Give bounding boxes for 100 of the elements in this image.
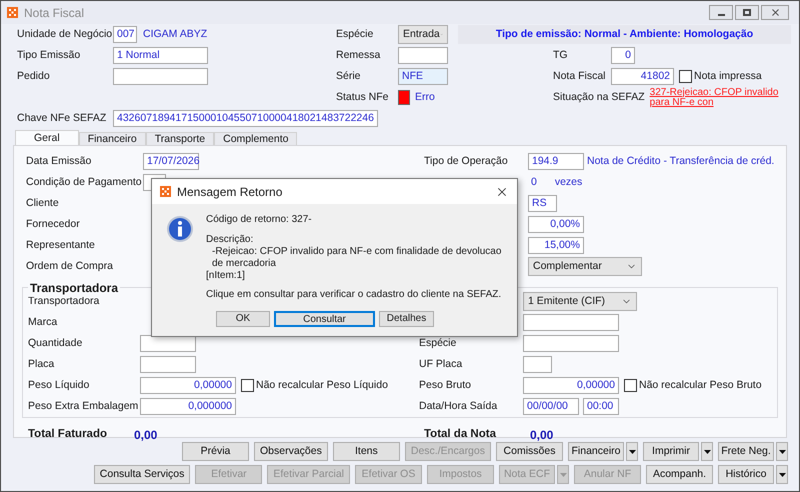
- field-label: Situação na SEFAZ: [553, 90, 645, 105]
- action-button[interactable]: Acompanh.: [646, 465, 713, 484]
- field-label: Quantidade: [28, 336, 82, 349]
- text-field[interactable]: [523, 314, 619, 331]
- field-label: Total da Nota: [424, 428, 496, 440]
- field-label: Data Emissão: [26, 154, 92, 167]
- field-label: Chave NFe SEFAZ: [17, 112, 106, 124]
- business-unit-name: CIGAM ABYZ: [143, 26, 208, 42]
- caret-icon: [778, 450, 786, 454]
- dropdown-button[interactable]: [776, 465, 788, 484]
- field-label: Representante: [26, 238, 95, 251]
- hint-text: Clique em consultar para verificar o cadastro do cliente na SEFAZ.: [206, 289, 502, 301]
- checkbox-label: Nota impressa: [694, 68, 762, 84]
- dropdown[interactable]: Complementar: [528, 257, 642, 276]
- text-field[interactable]: 0,00000: [523, 377, 619, 394]
- action-button[interactable]: Consulta Serviços: [94, 465, 190, 484]
- field-label: Marca: [28, 316, 58, 328]
- dropdown[interactable]: 1 Emitente (CIF): [523, 292, 637, 311]
- checkbox[interactable]: [679, 70, 692, 83]
- date-field[interactable]: 00/00/00: [523, 398, 579, 415]
- field-label: Tipo de Operação: [424, 154, 508, 167]
- close-button[interactable]: [761, 5, 789, 20]
- action-button[interactable]: Itens: [332, 442, 400, 461]
- field-label: Espécie: [336, 28, 374, 40]
- tab[interactable]: Complemento: [214, 132, 298, 145]
- description-label: Descrição:: [206, 234, 254, 246]
- action-button[interactable]: Frete Neg.: [718, 442, 774, 461]
- dialog-button[interactable]: OK: [216, 311, 270, 327]
- text-field[interactable]: 194.9: [528, 153, 584, 170]
- time-field[interactable]: 00:00: [583, 398, 619, 415]
- text-field[interactable]: [523, 335, 619, 352]
- checkbox[interactable]: [624, 379, 637, 392]
- text-field[interactable]: NFE: [398, 68, 448, 85]
- dropdown[interactable]: Entrada: [398, 25, 448, 44]
- text-field[interactable]: RS: [528, 195, 557, 212]
- app-logo-icon: [160, 186, 171, 197]
- environment-banner: Tipo de emissão: Normal - Ambiente: Homologação: [458, 25, 791, 44]
- app-logo-icon: [7, 7, 18, 18]
- close-icon: [770, 7, 780, 18]
- action-button[interactable]: Prévia: [182, 442, 249, 461]
- field-label: Peso Extra Embalagem: [28, 400, 138, 412]
- return-code: Código de retorno: 327-: [206, 214, 312, 226]
- operation-description: Nota de Crédito - Transferência de créd.: [587, 154, 774, 169]
- unit-label: vezes: [554, 174, 582, 190]
- caret-icon: [778, 472, 786, 476]
- text-field[interactable]: [140, 356, 196, 373]
- action-button[interactable]: Imprimir: [643, 442, 699, 461]
- field-label: Fornecedor: [26, 218, 80, 230]
- action-button[interactable]: Histórico: [718, 465, 774, 484]
- text-field[interactable]: 17/07/2026: [143, 153, 199, 170]
- checkbox-label: Não recalcular Peso Bruto: [639, 378, 762, 393]
- info-icon: [166, 215, 194, 243]
- field-label: Remessa: [336, 48, 380, 61]
- field-label: Peso Líquido: [28, 378, 90, 391]
- text-field[interactable]: 0: [611, 47, 635, 64]
- action-button[interactable]: Observações: [254, 442, 328, 461]
- text-field[interactable]: [140, 335, 196, 352]
- text-field[interactable]: 0,000000: [140, 398, 236, 415]
- caret-icon: [704, 450, 710, 454]
- text-field[interactable]: 41802: [611, 68, 674, 85]
- field-label: Data/Hora Saída: [419, 400, 498, 412]
- tab[interactable]: Geral: [15, 130, 79, 145]
- text-field[interactable]: 15,00%: [528, 237, 584, 254]
- dropdown-button[interactable]: [626, 442, 638, 461]
- action-button[interactable]: Financeiro: [568, 442, 624, 461]
- checkbox[interactable]: [241, 379, 254, 392]
- dialog-button[interactable]: Consultar: [274, 311, 375, 327]
- field-label: Espécie: [419, 336, 456, 349]
- text-field[interactable]: 007: [113, 26, 137, 43]
- description-text: -Rejeicao: CFOP invalido para NF-e com finalidade de devolucao de mercadoria: [211, 246, 502, 270]
- minimize-button[interactable]: [709, 5, 733, 20]
- field-label: Status NFe: [336, 90, 389, 103]
- status-text: Erro: [415, 90, 435, 105]
- field-label: Cliente: [26, 196, 59, 209]
- field-label: Placa: [28, 358, 54, 370]
- dialog-button[interactable]: Detalhes: [379, 311, 434, 327]
- text-field[interactable]: 0,00000: [140, 377, 236, 394]
- restore-button[interactable]: [735, 5, 759, 20]
- text-field[interactable]: [113, 68, 208, 85]
- text-field[interactable]: 1 Normal: [113, 47, 208, 64]
- total-value: 0,00: [530, 427, 554, 444]
- dropdown-button[interactable]: [701, 442, 713, 461]
- text-field[interactable]: [523, 356, 552, 373]
- caret-icon: [560, 472, 566, 476]
- field-label: UF Placa: [419, 358, 462, 370]
- field-label: Transportadora: [28, 294, 100, 307]
- installment-count: 0: [531, 174, 537, 190]
- text-field[interactable]: 43260718941715000104550710000418021483722246: [113, 110, 378, 127]
- field-label: Pedido: [17, 70, 50, 82]
- window-title: Nota Fiscal: [24, 4, 84, 22]
- tab[interactable]: Financeiro: [78, 132, 146, 145]
- field-label: Tipo Emissão: [17, 48, 80, 61]
- text-field[interactable]: [398, 47, 448, 64]
- action-button[interactable]: Comissões: [496, 442, 563, 461]
- field-label: Peso Bruto: [419, 378, 471, 391]
- text-field[interactable]: 0,00%: [528, 216, 584, 233]
- dropdown-button[interactable]: [776, 442, 788, 461]
- tab[interactable]: Transporte: [146, 132, 214, 145]
- dialog-title: Mensagem Retorno: [177, 186, 282, 198]
- field-label: Total Faturado: [28, 428, 108, 440]
